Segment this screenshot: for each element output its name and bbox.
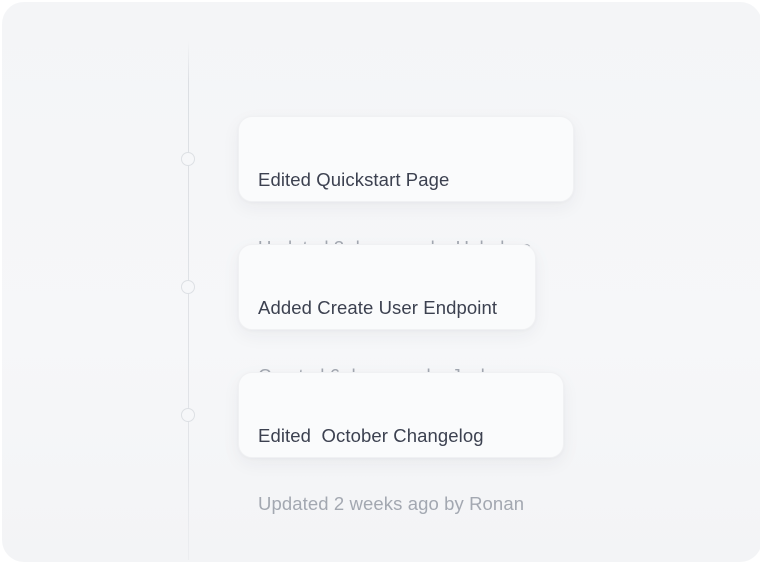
timeline-dot <box>181 280 195 294</box>
activity-title: Edited Quickstart Page <box>258 169 450 190</box>
activity-card[interactable]: Edited Quickstart Page Updated 3 days ag… <box>238 116 574 258</box>
activity-card[interactable]: Edited October Changelog Updated 2 weeks… <box>238 372 564 514</box>
activity-title: Added Create User Endpoint <box>258 297 498 318</box>
timeline-dot <box>181 152 195 166</box>
timeline-line <box>188 40 189 560</box>
activity-card[interactable]: Added Create User Endpoint Created 6 day… <box>238 244 536 386</box>
activity-timeline-panel: Edited Quickstart Page Updated 3 days ag… <box>2 2 760 562</box>
activity-meta: Updated 2 weeks ago by Ronan <box>258 493 525 514</box>
activity-title: Edited October Changelog <box>258 425 484 446</box>
timeline-dot <box>181 408 195 422</box>
